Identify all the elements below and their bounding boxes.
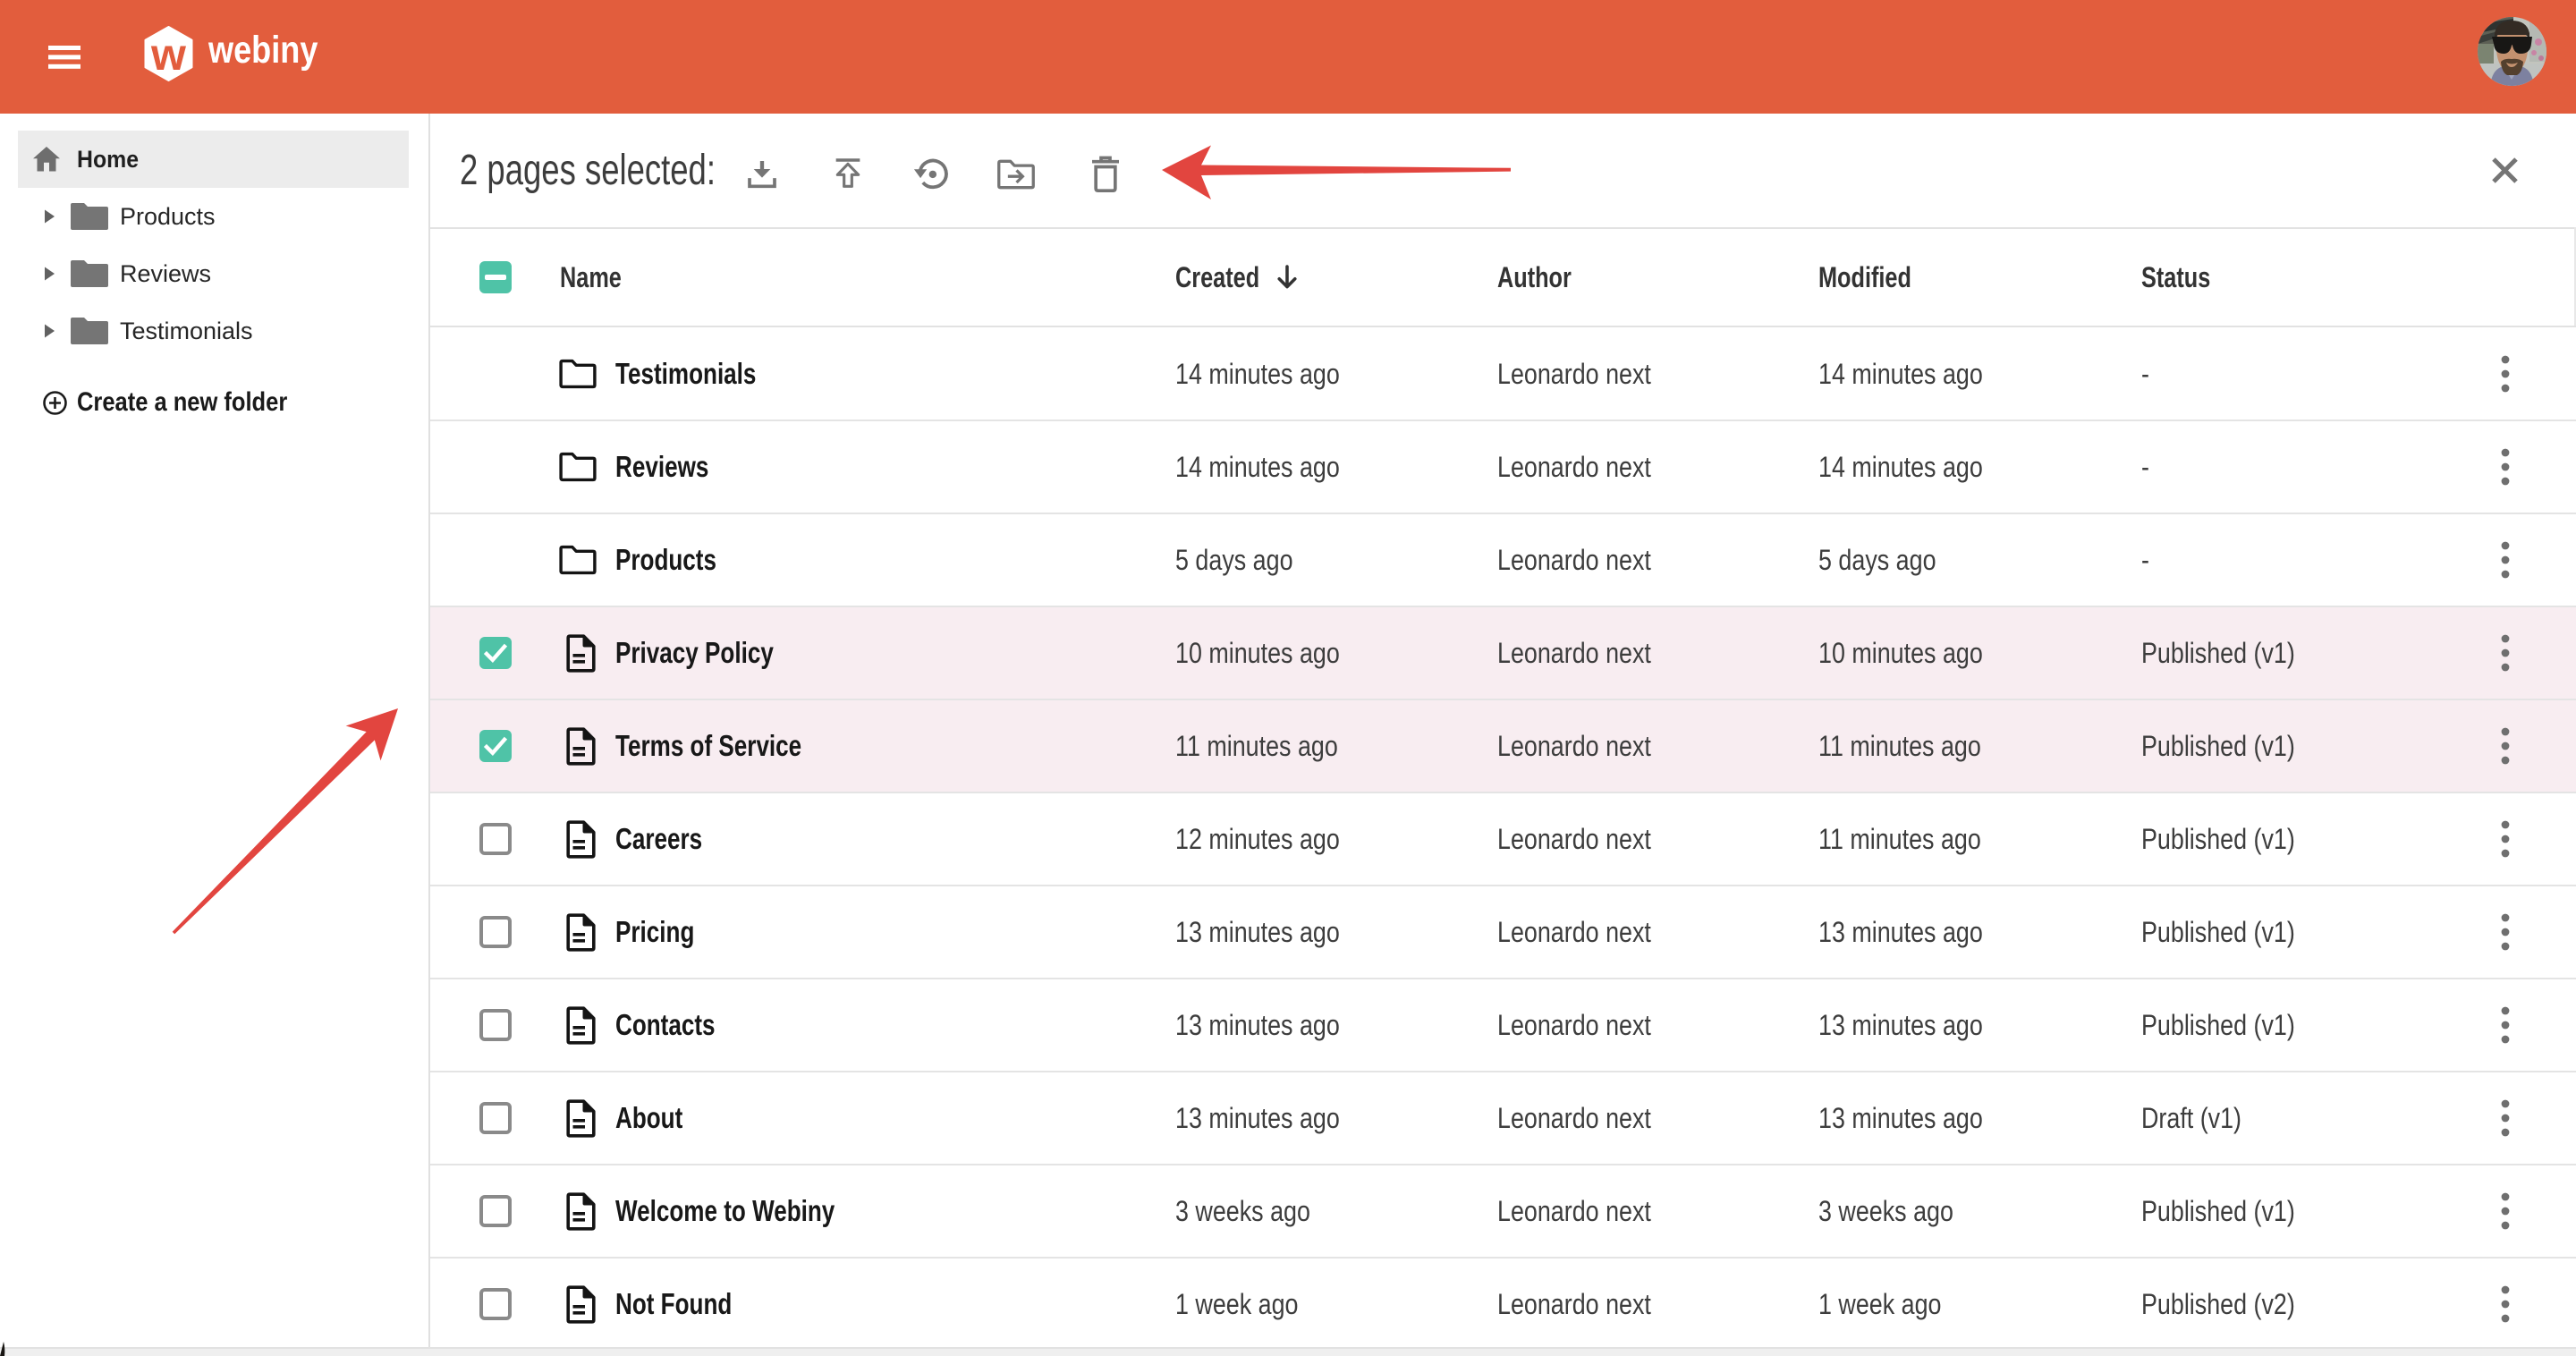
svg-text:w: w bbox=[150, 30, 186, 80]
